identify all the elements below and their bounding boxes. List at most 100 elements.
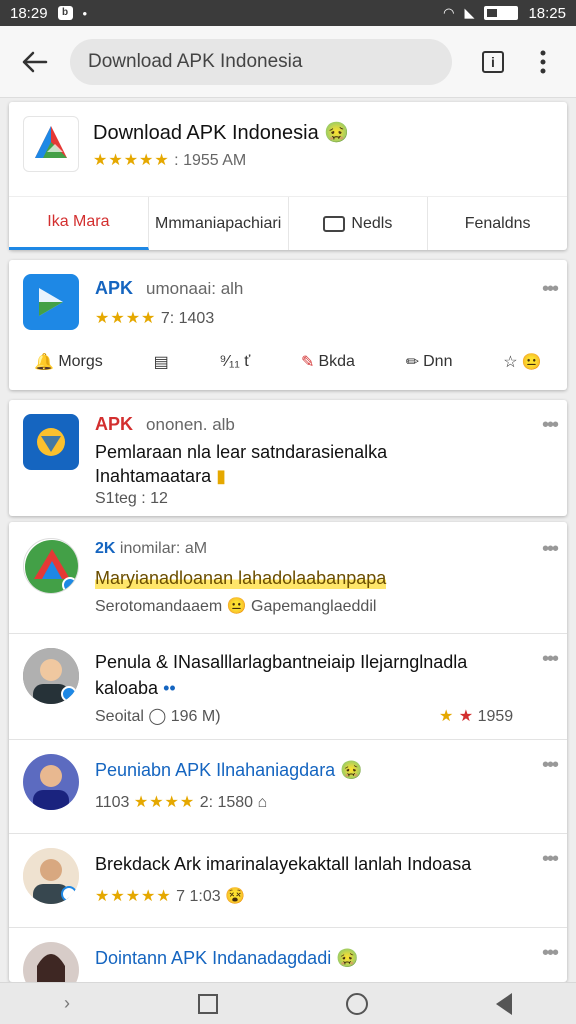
tab-label: Mmmaniapachiari bbox=[154, 214, 282, 232]
more-options-icon[interactable]: ••• bbox=[542, 848, 559, 871]
rating-stars: ★★★★ bbox=[133, 794, 196, 811]
item-title: Peuniabn APK Ilnahaniagdara 🤢 bbox=[95, 760, 363, 781]
more-options-icon[interactable]: ••• bbox=[542, 414, 559, 437]
item-actions: 🔔 Morgs ▤ ⁹⁄₁₁ ť ✎ Bkda ✏ Dnn ☆ 😐 bbox=[9, 342, 567, 382]
app-shield-icon bbox=[37, 428, 65, 456]
rating-stars: ★★★★★ bbox=[93, 152, 170, 169]
item-description: Pemlaraan nla lear satndarasienalka bbox=[95, 442, 388, 462]
sick-emoji-icon: 🤢 bbox=[336, 948, 359, 968]
avatar bbox=[23, 848, 79, 904]
more-vert-icon bbox=[540, 50, 546, 73]
pencil-icon: ✏ bbox=[405, 354, 420, 371]
app-header-card: Download APK Indonesia 🤢 ★★★★★ : 1955 AM… bbox=[9, 102, 567, 250]
chevron-right-icon[interactable]: › bbox=[64, 993, 70, 1014]
rating-text: 7: 1403 bbox=[160, 310, 215, 327]
more-options-icon[interactable]: ••• bbox=[542, 942, 559, 965]
more-options-icon[interactable]: ••• bbox=[542, 648, 559, 671]
info-icon: i bbox=[482, 50, 504, 73]
action-star[interactable]: ☆ 😐 bbox=[503, 352, 541, 372]
status-bar: 18:29 b • ◠ ◣ 18:25 bbox=[0, 0, 576, 26]
more-options-icon[interactable]: ••• bbox=[542, 754, 559, 777]
rating-stars: ★★★★ bbox=[95, 310, 157, 327]
person-avatar-icon bbox=[23, 848, 79, 904]
item-title: Maryianadloanan lahadolaabanpapa bbox=[95, 568, 387, 589]
item-subline: Serotomandaaem 😐 Gapemanglaeddil bbox=[95, 596, 376, 616]
rating-text: 1103 bbox=[95, 794, 130, 811]
item-rating: ★★★★★ 7 1:03 😵 bbox=[95, 886, 245, 906]
item-subline-text: Seoital bbox=[95, 708, 144, 725]
emoji-icon: 😐 bbox=[226, 598, 247, 615]
toolbar: Download APK Indonesia i bbox=[0, 26, 576, 98]
action-label: Morgs bbox=[58, 353, 103, 370]
app-item-card[interactable]: APK ononen. alb Pemlaraan nla lear satnd… bbox=[9, 400, 567, 516]
tab-mmmaniapachiari[interactable]: Mmmaniapachiari bbox=[149, 197, 289, 250]
status-time: 18:29 bbox=[10, 4, 48, 22]
person-avatar-icon bbox=[23, 754, 79, 810]
app-icon bbox=[23, 274, 79, 330]
action-label: ⁹⁄₁₁ ť bbox=[219, 353, 251, 370]
back-button[interactable] bbox=[0, 26, 70, 98]
list-item[interactable]: 2K inomilar: aM Maryianadloanan lahadola… bbox=[9, 522, 567, 634]
list-item[interactable]: Brekdack Ark imarinalayekaktall lanlah I… bbox=[9, 834, 567, 928]
item-title-text: Peuniabn APK Ilnahaniagdara bbox=[95, 760, 336, 780]
card-icon: ▤ bbox=[153, 354, 169, 371]
item-subline-text: Serotomandaaem bbox=[95, 598, 223, 615]
recents-button[interactable] bbox=[198, 993, 218, 1014]
overflow-menu-button[interactable] bbox=[518, 26, 568, 98]
clock-icon: ◯ bbox=[148, 708, 167, 725]
sick-emoji-icon: 🤢 bbox=[340, 760, 363, 780]
search-input[interactable]: Download APK Indonesia bbox=[70, 38, 452, 85]
home-button[interactable] bbox=[346, 992, 368, 1015]
app-play-icon bbox=[39, 288, 63, 316]
info-button[interactable]: i bbox=[468, 26, 518, 98]
status-time-right: 18:25 bbox=[528, 4, 566, 22]
more-options-icon[interactable]: ••• bbox=[542, 278, 559, 301]
wifi-icon: ◠ bbox=[443, 5, 455, 20]
app-item-card[interactable]: APK umonaai: alh ★★★★ 7: 1403 ••• 🔔 Morgs… bbox=[9, 260, 567, 390]
star-outline-icon: ☆ bbox=[503, 354, 518, 371]
app-title: Download APK Indonesia 🤢 bbox=[93, 120, 349, 145]
item-title-row: APK umonaai: alh bbox=[95, 278, 243, 299]
list-item[interactable]: Peuniabn APK Ilnahaniagdara 🤢 1103 ★★★★ … bbox=[9, 740, 567, 834]
item-rating: 1103 ★★★★ 2: 1580 ⌂ bbox=[95, 792, 267, 812]
tab-nedls[interactable]: Nedls bbox=[289, 197, 429, 250]
action-morgs[interactable]: 🔔 Morgs bbox=[34, 352, 102, 372]
item-title: Brekdack Ark imarinalayekaktall lanlah I… bbox=[95, 854, 472, 874]
signal-icon: ◣ bbox=[464, 5, 475, 20]
emoji-icon: 😐 bbox=[521, 354, 542, 371]
back-nav-button[interactable] bbox=[496, 992, 512, 1015]
item-title: APK bbox=[95, 278, 134, 298]
tab-bar: Ika Mara Mmmaniapachiari Nedls Fenaldns bbox=[9, 196, 567, 250]
action-dnn[interactable]: ✏ Dnn bbox=[406, 352, 453, 372]
app-rating: ★★★★★ : 1955 AM bbox=[93, 150, 246, 170]
more-options-icon[interactable]: ••• bbox=[542, 538, 559, 561]
tab-label: Ika Mara bbox=[47, 213, 110, 230]
action-ratio[interactable]: ⁹⁄₁₁ ť bbox=[219, 353, 250, 371]
rating-text: : 1955 AM bbox=[174, 152, 247, 169]
tab-ika-mara[interactable]: Ika Mara bbox=[9, 197, 149, 250]
item-reactions: ★ ★ 1959 bbox=[439, 706, 513, 726]
app-logo-icon bbox=[35, 126, 67, 158]
avatar-logo-icon bbox=[25, 540, 78, 593]
app-logo bbox=[23, 116, 79, 172]
tab-label: Fenaldns bbox=[464, 214, 531, 232]
action-label: Bkda bbox=[318, 353, 355, 370]
action-bkda[interactable]: ✎ Bkda bbox=[301, 352, 355, 372]
action-label: Dnn bbox=[423, 353, 453, 370]
battery-icon bbox=[484, 6, 519, 20]
list-item[interactable]: Dointann APK Indanadagdadi 🤢 ••• bbox=[9, 928, 567, 982]
star-red-icon: ★ bbox=[458, 708, 474, 725]
item-meta: ononen. alb bbox=[146, 415, 235, 434]
rating-text-2: 2: 1580 bbox=[199, 794, 254, 811]
rating-text: 7 1:03 bbox=[176, 888, 221, 905]
item-title: Dointann APK Indanadagdadi 🤢 bbox=[95, 948, 359, 969]
tab-fenaldns[interactable]: Fenaldns bbox=[428, 197, 567, 250]
list-item[interactable]: Penula & INasalllarlagbantneiaip Ilejarn… bbox=[9, 634, 567, 740]
item-title-text: Dointann APK Indanadagdadi bbox=[95, 948, 332, 968]
item-meta: 2K inomilar: aM bbox=[95, 540, 207, 558]
action-card[interactable]: ▤ bbox=[154, 352, 169, 372]
avatar bbox=[23, 648, 79, 704]
item-subline-text-2: Gapemanglaeddil bbox=[251, 598, 377, 615]
item-meta: umonaai: alh bbox=[146, 279, 244, 298]
search-query: Download APK Indonesia bbox=[88, 50, 303, 72]
